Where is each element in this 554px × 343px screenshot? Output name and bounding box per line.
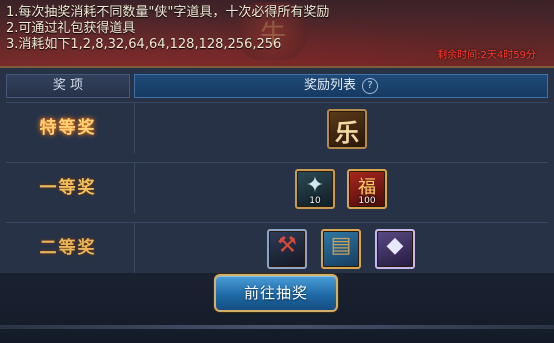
rewards-column-title: 奖励列表 <box>303 78 356 93</box>
item-count: 100 <box>358 196 376 206</box>
red-envelope-icon[interactable]: 福 100 <box>347 169 387 209</box>
reward-table: 奖 项 奖励列表? 特等奖 乐 一等奖 ✦ 10 福 100 二等奖 ⚒ ▤ ◆ <box>0 68 554 273</box>
prize-row-second: 二等奖 ⚒ ▤ ◆ <box>6 222 548 273</box>
dragon-gun-icon[interactable]: ✦ 10 <box>295 169 335 209</box>
item-count: 10 <box>309 196 321 206</box>
rewards-column-header: 奖励列表? <box>134 74 548 98</box>
rule-line-1: 1.每次抽奖消耗不同数量"侠"字道具，十次必得所有奖励 <box>6 5 330 20</box>
prize-row-first: 一等奖 ✦ 10 福 100 <box>6 162 548 213</box>
rule-line-2: 2.可通过礼包获得道具 <box>6 21 136 36</box>
footer-bar: 前往抽奖 <box>0 273 554 343</box>
anvil-icon[interactable]: ⚒ <box>267 229 307 269</box>
tier-column-header: 奖 项 <box>6 74 130 98</box>
reward-list: ⚒ ▤ ◆ <box>134 223 548 273</box>
help-icon[interactable]: ? <box>362 78 378 94</box>
countdown-timer: 剩余时间:2天4时59分 <box>437 50 536 61</box>
tier-label: 二等奖 <box>39 238 97 258</box>
tier-label: 一等奖 <box>39 178 97 198</box>
prize-row-special: 特等奖 乐 <box>6 102 548 153</box>
le-token-icon[interactable]: 乐 <box>327 109 367 149</box>
rule-line-3: 3.消耗如下1,2,8,32,64,64,128,128,256,256 <box>6 37 282 52</box>
tier-label: 特等奖 <box>39 118 97 138</box>
divider <box>0 325 554 329</box>
reward-list: ✦ 10 福 100 <box>134 163 549 213</box>
scroll-icon[interactable]: ▤ <box>321 229 361 269</box>
rules-banner: 牛 1.每次抽奖消耗不同数量"侠"字道具，十次必得所有奖励 2.可通过礼包获得道… <box>0 0 554 68</box>
reward-list: 乐 <box>134 103 549 153</box>
go-draw-button[interactable]: 前往抽奖 <box>214 274 338 312</box>
crystal-icon[interactable]: ◆ <box>375 229 415 269</box>
